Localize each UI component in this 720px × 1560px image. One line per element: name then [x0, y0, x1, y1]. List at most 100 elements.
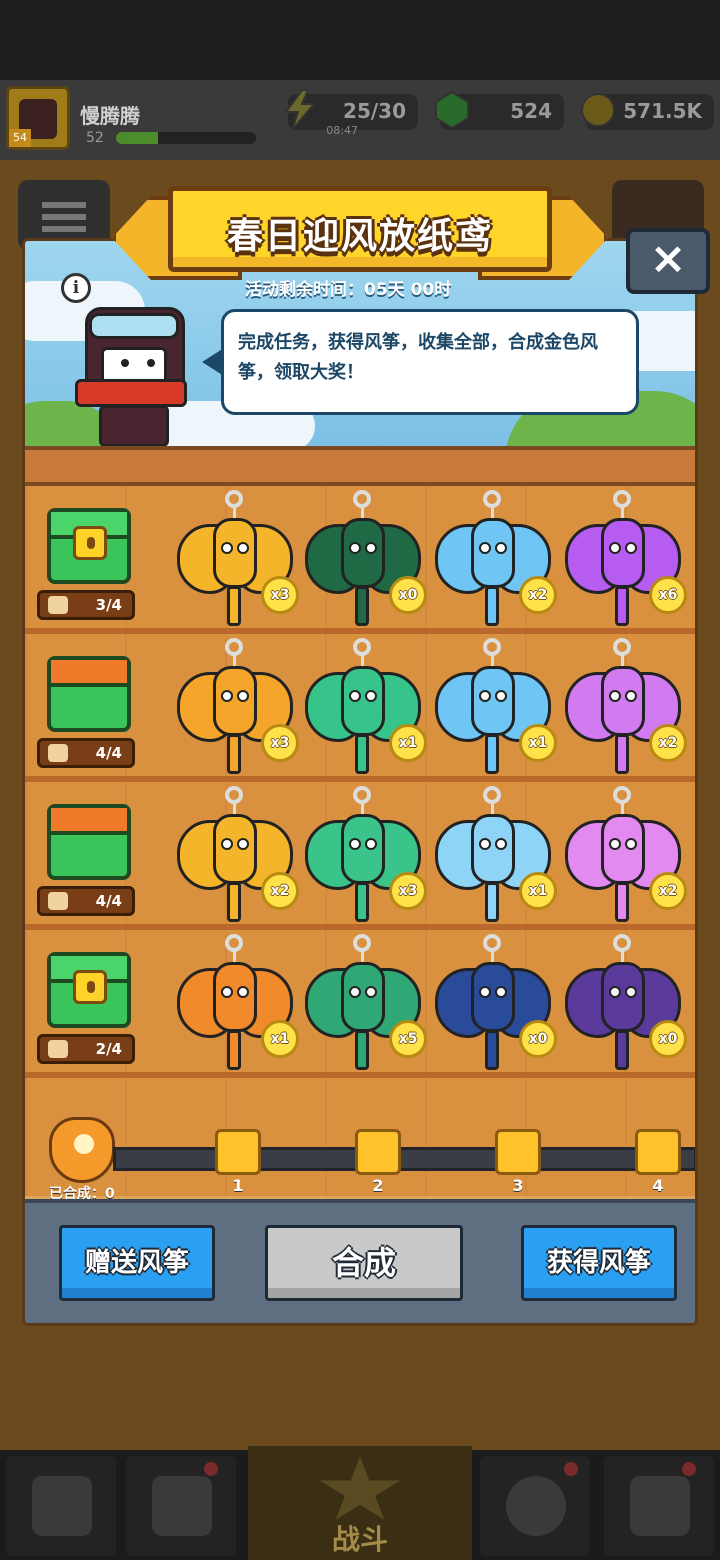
nav-shop[interactable]: [6, 1456, 116, 1556]
cat-kite-purple-icon[interactable]: x6: [563, 490, 687, 630]
lightning-plus-icon: [284, 89, 317, 131]
kite-count-badge: x6: [649, 576, 687, 614]
status-bar-area: [0, 0, 720, 80]
wood-plank: [25, 446, 695, 486]
kite-count-badge: x3: [389, 872, 427, 910]
set-progress-text: 4/4: [95, 892, 122, 910]
kite-mini-icon: [48, 744, 68, 762]
set-progress-text: 2/4: [95, 1040, 122, 1058]
energy-counter[interactable]: 25/30 08:47: [284, 89, 418, 137]
cat-kite-green-icon[interactable]: x0: [303, 490, 427, 630]
energy-value: 25/30: [343, 99, 406, 123]
kite-row: 4/4 x3 x1 x1 x2: [25, 634, 695, 782]
milestone-chest[interactable]: 3: [495, 1129, 541, 1195]
milestone-chest[interactable]: 1: [215, 1129, 261, 1195]
gift-kite-button[interactable]: 赠送风筝: [59, 1225, 215, 1301]
event-description: 完成任务，获得风筝，收集全部，合成金色风筝，领取大奖！: [238, 332, 598, 383]
kite-count-badge: x1: [261, 1020, 299, 1058]
notification-dot: [204, 1462, 218, 1476]
xp-bar: [116, 132, 256, 144]
milestone-chest[interactable]: 2: [355, 1129, 401, 1195]
shelf-divider: [25, 1072, 695, 1078]
keyhole-icon: [73, 526, 107, 560]
kite-count-badge: x3: [261, 724, 299, 762]
nav-evolve[interactable]: [604, 1456, 714, 1556]
xp-fill: [116, 132, 158, 144]
milestone-chest[interactable]: 4: [635, 1129, 681, 1195]
kite-row: 4/4 x2 x3 x1 x2: [25, 782, 695, 930]
butterfly-kite-blue-icon[interactable]: x1: [433, 786, 557, 926]
kite-row: 3/4 x3 x0 x2 x6: [25, 486, 695, 634]
kite-count-badge: x1: [519, 872, 557, 910]
action-bar: 赠送风筝 合成 获得风筝: [25, 1199, 695, 1323]
kite-count-badge: x1: [389, 724, 427, 762]
notification-dot: [682, 1462, 696, 1476]
player-name: 慢腾腾: [80, 104, 140, 128]
kite-count-badge: x2: [649, 724, 687, 762]
golden-kite-icon: [49, 1117, 115, 1183]
butterfly-kite-orange-icon[interactable]: x2: [175, 786, 299, 926]
coins-value: 571.5K: [623, 99, 702, 123]
kite-count-badge: x0: [389, 576, 427, 614]
open-chest-icon[interactable]: [47, 656, 131, 732]
kite-row: 2/4 x1 x5 x0 x0: [25, 930, 695, 1078]
kite-mini-icon: [48, 1040, 68, 1058]
coin-plus-icon: [581, 93, 615, 127]
set-progress: 3/4: [37, 590, 135, 620]
swallow-kite-green-icon[interactable]: x5: [303, 934, 427, 1074]
cat-kite-blue-icon[interactable]: x2: [433, 490, 557, 630]
merge-button[interactable]: 合成: [265, 1225, 463, 1301]
nav-weapons[interactable]: [126, 1456, 236, 1556]
kite-count-badge: x3: [261, 576, 299, 614]
swallow-kite-purple-icon[interactable]: x0: [563, 934, 687, 1074]
dna-icon: [630, 1476, 690, 1536]
progress-track: [113, 1147, 695, 1171]
ladybug-kite-orange-icon[interactable]: x3: [175, 638, 299, 778]
kite-count-badge: x2: [261, 872, 299, 910]
kite-mini-icon: [48, 892, 68, 910]
kite-event-dialog: i 活动剩余时间：05天 00时 完成任务，获得风筝，收集全部，合成金色风筝，领…: [22, 238, 698, 1326]
ninja-character: [75, 307, 195, 447]
kite-count-badge: x5: [389, 1020, 427, 1058]
shop-icon: [32, 1476, 92, 1536]
set-progress-text: 4/4: [95, 744, 122, 762]
stars-icon: [506, 1476, 566, 1536]
info-icon[interactable]: i: [61, 273, 91, 303]
ladybug-kite-green-icon[interactable]: x1: [303, 638, 427, 778]
locked-chest-icon[interactable]: [47, 508, 131, 584]
player-panel[interactable]: 54 慢腾腾 52: [6, 86, 266, 152]
avatar-level-badge: 54: [9, 129, 31, 147]
event-timer: 活动剩余时间：05天 00时: [245, 280, 452, 300]
nav-skills[interactable]: [480, 1456, 590, 1556]
close-button[interactable]: ×: [626, 228, 710, 294]
milestone-label: 3: [512, 1176, 524, 1195]
butterfly-kite-green-icon[interactable]: x3: [303, 786, 427, 926]
gems-counter[interactable]: 524: [435, 90, 564, 130]
kite-count-badge: x1: [519, 724, 557, 762]
open-chest-icon[interactable]: [47, 804, 131, 880]
coins-counter[interactable]: 571.5K: [581, 93, 714, 130]
energy-timer: 08:47: [326, 124, 358, 137]
menu-icon: [42, 202, 86, 208]
nav-battle[interactable]: 战斗: [248, 1446, 472, 1560]
gem-plus-icon: [435, 90, 469, 130]
set-progress: 4/4: [37, 738, 135, 768]
get-kite-button[interactable]: 获得风筝: [521, 1225, 677, 1301]
butterfly-kite-purple-icon[interactable]: x2: [563, 786, 687, 926]
swallow-kite-orange-icon[interactable]: x1: [175, 934, 299, 1074]
ladybug-kite-purple-icon[interactable]: x2: [563, 638, 687, 778]
swallow-kite-blue-icon[interactable]: x0: [433, 934, 557, 1074]
banner-scene: i 活动剩余时间：05天 00时 完成任务，获得风筝，收集全部，合成金色风筝，领…: [25, 241, 695, 461]
set-progress: 4/4: [37, 886, 135, 916]
ladybug-kite-blue-icon[interactable]: x1: [433, 638, 557, 778]
cat-kite-orange-icon[interactable]: x3: [175, 490, 299, 630]
gems-value: 524: [510, 99, 552, 123]
kite-count-badge: x0: [649, 1020, 687, 1058]
kite-grid: 3/4 x3 x0 x2 x6 4/4 x3 x1 x1 x2 4/4 x2 x3 x1 x2 2/4 x1 x5…: [25, 486, 695, 1196]
notification-dot: [564, 1462, 578, 1476]
avatar[interactable]: 54: [6, 86, 70, 150]
speech-bubble: 完成任务，获得风筝，收集全部，合成金色风筝，领取大奖！: [202, 309, 639, 415]
merge-progress: 已合成：0 1 2 3 4: [25, 1117, 695, 1202]
set-progress-text: 3/4: [95, 596, 122, 614]
locked-chest-icon[interactable]: [47, 952, 131, 1028]
